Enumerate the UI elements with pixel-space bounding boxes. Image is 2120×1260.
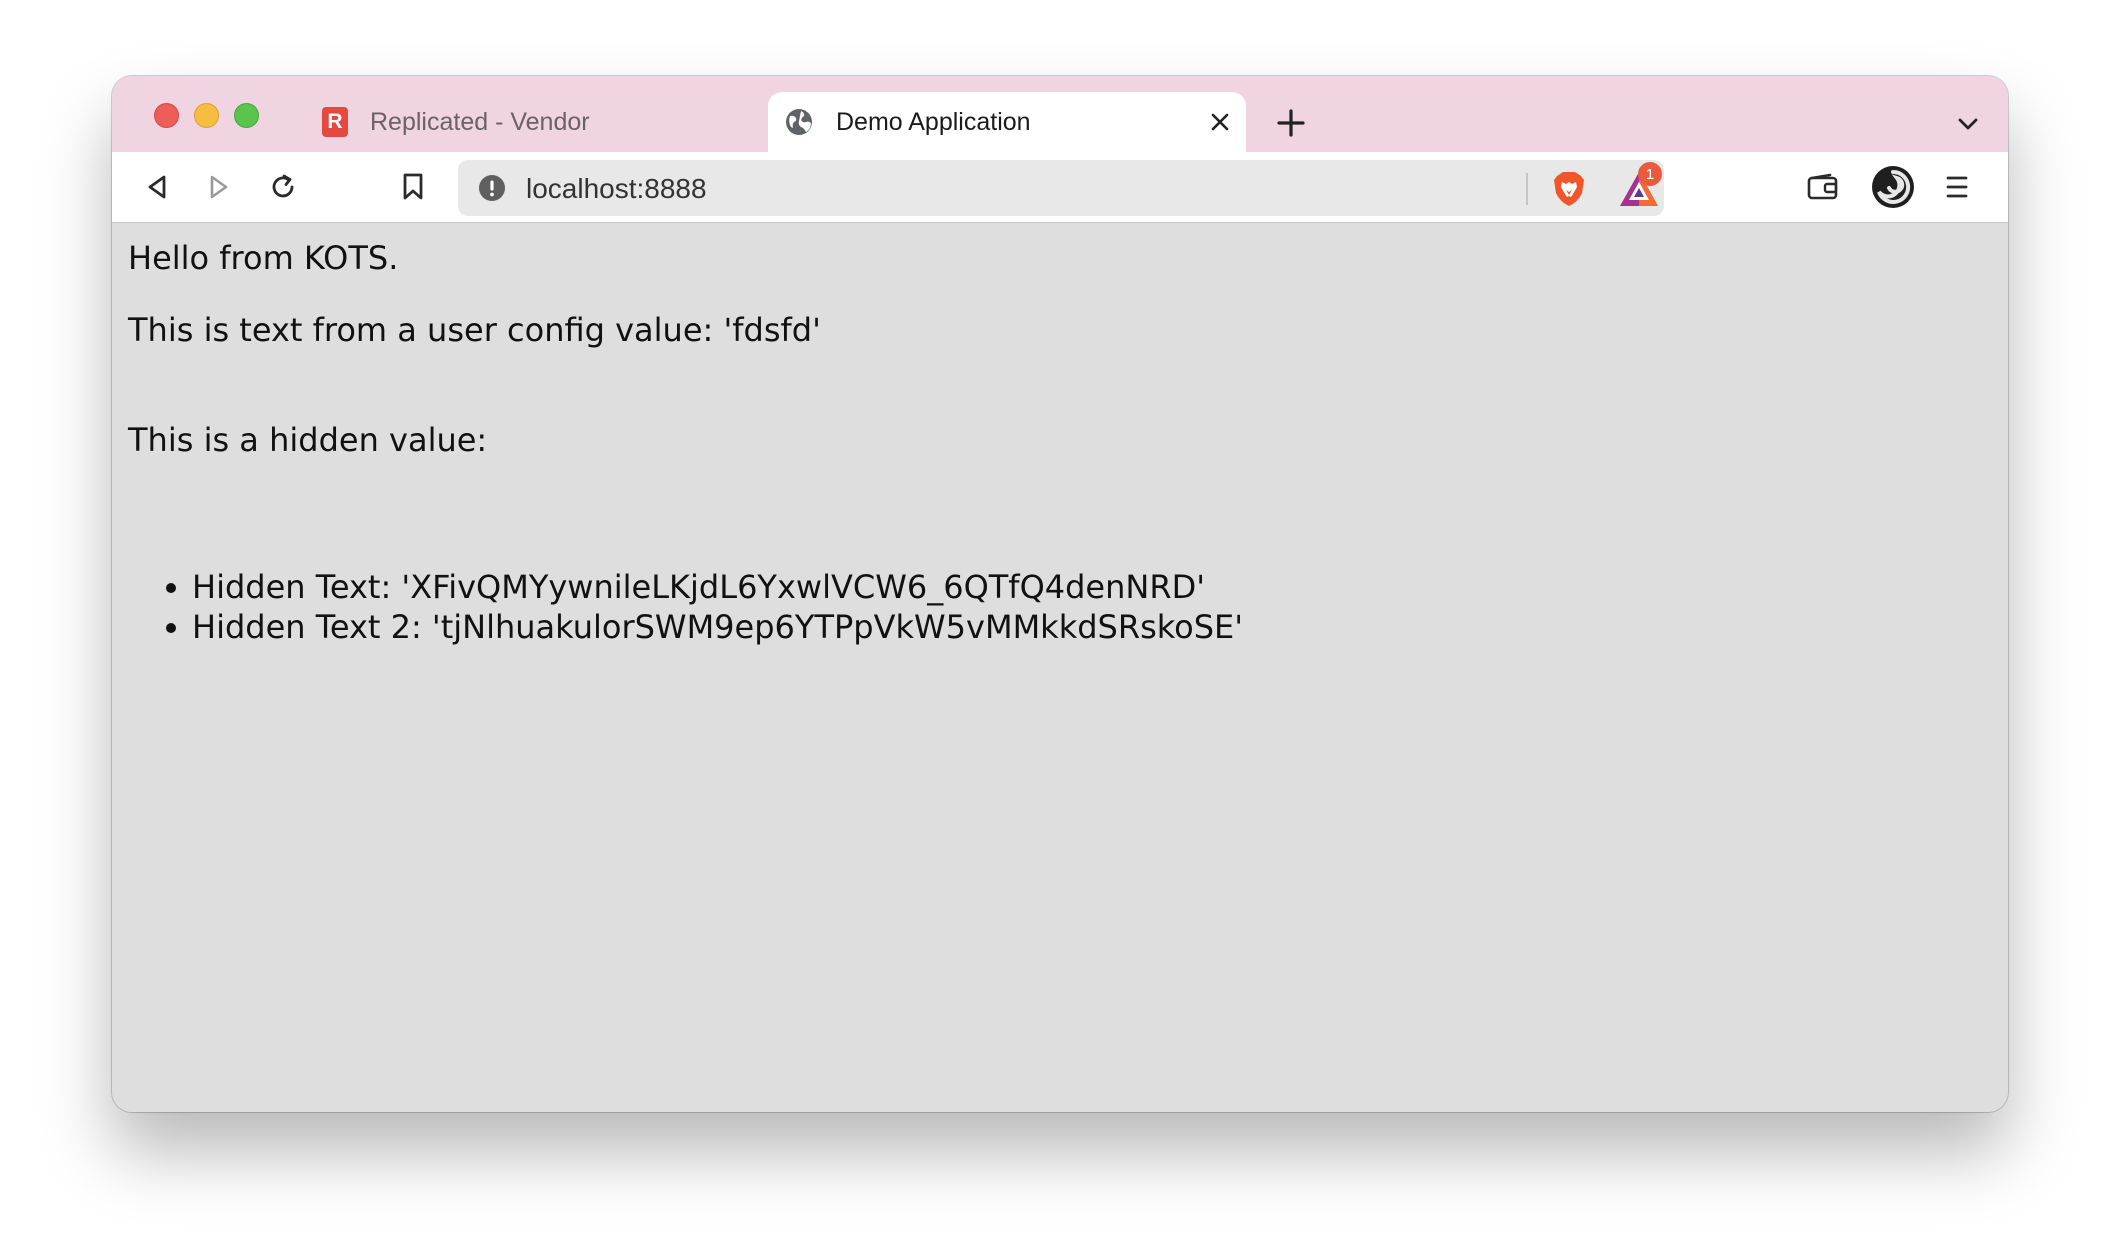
reload-button[interactable] xyxy=(264,168,302,206)
bullet-icon xyxy=(166,583,176,593)
list-item: Hidden Text: 'XFivQMYywnileLKjdL6YxwlVCW… xyxy=(166,567,1243,607)
reload-icon xyxy=(272,174,294,198)
close-tab-button[interactable] xyxy=(1204,106,1236,138)
tab-label: Replicated - Vendor xyxy=(370,107,590,136)
menu-button[interactable] xyxy=(1938,168,1976,206)
bookmark-button[interactable] xyxy=(394,168,432,206)
zoom-window-button[interactable] xyxy=(234,103,259,128)
browser-toolbar: localhost:8888 1 xyxy=(112,152,2008,223)
hamburger-menu-icon xyxy=(1946,176,1968,198)
close-window-button[interactable] xyxy=(154,103,179,128)
url-text[interactable]: localhost:8888 xyxy=(526,173,707,205)
address-bar-divider xyxy=(1526,173,1528,205)
chevron-down-icon[interactable] xyxy=(1954,110,1982,138)
config-value-text: This is text from a user config value: '… xyxy=(128,311,821,349)
address-bar[interactable]: localhost:8888 1 xyxy=(458,160,1664,216)
profile-button[interactable] xyxy=(1870,164,1916,210)
tab-replicated-vendor[interactable]: R Replicated - Vendor xyxy=(306,92,766,152)
wallet-icon xyxy=(1807,173,1838,200)
greeting-text: Hello from KOTS. xyxy=(128,239,399,277)
list-item: Hidden Text 2: 'tjNlhuakulorSWM9ep6YTPpV… xyxy=(166,607,1244,647)
hidden-values-list: Hidden Text: 'XFivQMYywnileLKjdL6YxwlVCW… xyxy=(166,567,1244,647)
forward-button[interactable] xyxy=(200,168,238,206)
tab-strip: R Replicated - Vendor Demo Application xyxy=(112,76,2008,152)
globe-icon xyxy=(786,109,812,135)
new-tab-plus-icon[interactable] xyxy=(1274,106,1308,140)
browser-window: R Replicated - Vendor Demo Application l… xyxy=(112,76,2008,1112)
tab-label: Demo Application xyxy=(836,107,1031,136)
bookmark-icon xyxy=(403,173,423,200)
profile-swirl-icon xyxy=(1872,166,1914,208)
forward-icon xyxy=(210,175,228,199)
back-icon xyxy=(148,175,166,199)
wallet-button[interactable] xyxy=(1804,168,1842,206)
site-info-icon[interactable] xyxy=(478,174,506,202)
page-content: Hello from KOTS. This is text from a use… xyxy=(112,223,2008,1112)
hidden-text-1: Hidden Text: 'XFivQMYywnileLKjdL6YxwlVCW… xyxy=(192,568,1205,606)
minimize-window-button[interactable] xyxy=(194,103,219,128)
replicated-r-icon: R xyxy=(322,107,348,137)
rewards-badge: 1 xyxy=(1638,162,1662,186)
back-button[interactable] xyxy=(138,168,176,206)
close-icon xyxy=(1211,113,1229,131)
bullet-icon xyxy=(166,623,176,633)
brave-shields-lion-icon[interactable] xyxy=(1552,170,1586,208)
hidden-text-2: Hidden Text 2: 'tjNlhuakulorSWM9ep6YTPpV… xyxy=(192,608,1244,646)
hidden-value-heading: This is a hidden value: xyxy=(128,421,488,459)
tab-demo-application[interactable]: Demo Application xyxy=(768,92,1246,152)
